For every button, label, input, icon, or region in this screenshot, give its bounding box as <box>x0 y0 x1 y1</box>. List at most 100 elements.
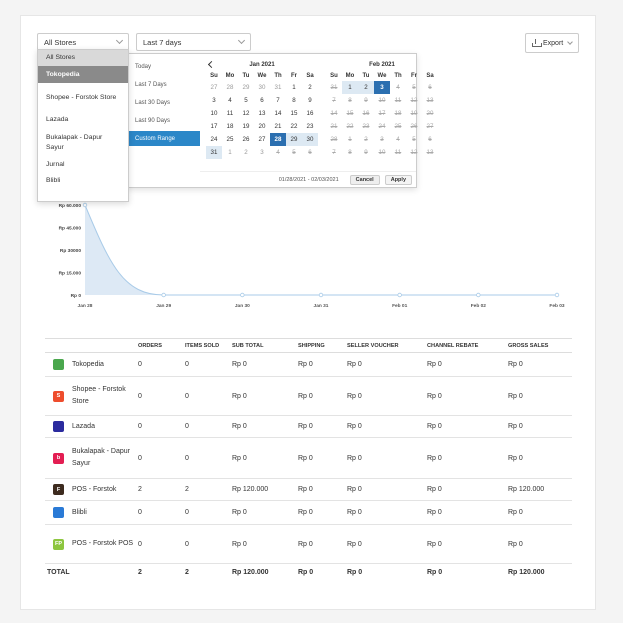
table-header-row: ORDERS ITEMS SOLD SUB TOTAL SHIPPING SELLER … <box>45 338 572 353</box>
calendar-day[interactable]: 26 <box>238 133 254 146</box>
calendar-day[interactable]: 21 <box>270 120 286 133</box>
range-preset-item[interactable]: Custom Range <box>128 131 200 146</box>
calendar-day[interactable]: 31 <box>206 146 222 159</box>
calendar-day[interactable]: 25 <box>222 133 238 146</box>
x-tick-label: Feb 02 <box>471 303 487 309</box>
y-tick-label: Rp 0 <box>71 293 82 299</box>
y-tick-label: Rp 45.000 <box>59 226 82 232</box>
store-option[interactable]: Blibli <box>38 173 128 189</box>
column-header: ITEMS SOLD <box>183 338 230 353</box>
calendar-day[interactable]: 9 <box>302 94 318 107</box>
calendar-day[interactable]: 1 <box>286 81 302 94</box>
calendar-day[interactable]: 17 <box>206 120 222 133</box>
calendar-day[interactable]: 30 <box>302 133 318 146</box>
table-cell: Rp 0 <box>345 352 425 377</box>
store-cell-content: b Bukalapak - Dapur Sayur <box>47 446 136 470</box>
calendar-day[interactable]: 29 <box>286 133 302 146</box>
store-option[interactable]: Tokopedia <box>38 66 128 83</box>
chevron-left-icon[interactable] <box>207 60 216 69</box>
calendar-day[interactable]: 10 <box>206 107 222 120</box>
calendar-day[interactable]: 27 <box>206 81 222 94</box>
calendar-day[interactable]: 18 <box>222 120 238 133</box>
store-name: POS - Forstok <box>72 485 117 493</box>
calendar-day[interactable]: 14 <box>270 107 286 120</box>
calendar-day: 4 <box>396 84 400 91</box>
column-header: GROSS SALES <box>506 338 572 353</box>
table-cell: 0 <box>183 352 230 377</box>
range-preset-item[interactable]: Last 30 Days <box>128 95 200 110</box>
calendar-day[interactable]: 23 <box>302 120 318 133</box>
table-cell: Rp 0 <box>425 376 506 416</box>
calendar-day[interactable]: 22 <box>286 120 302 133</box>
store-option[interactable]: Lazada <box>38 112 128 128</box>
data-point <box>397 292 402 298</box>
calendar-day[interactable]: 4 <box>222 94 238 107</box>
table-cell: Rp 0 <box>425 478 506 501</box>
calendar-day[interactable]: 2 <box>302 81 318 94</box>
store-option[interactable]: Bukalapak - Dapur Sayur <box>38 128 128 157</box>
column-header: SELLER VOUCHER <box>345 338 425 353</box>
table-cell: 0 <box>136 437 183 479</box>
calendar-day: 2 <box>364 136 368 143</box>
table-cell: Rp 0 <box>296 376 345 416</box>
blibli-icon <box>53 507 64 518</box>
data-point <box>318 292 324 298</box>
calendar-day[interactable]: 1 <box>342 81 358 94</box>
calendar-day[interactable]: 3 <box>374 81 390 94</box>
range-preset-item[interactable]: Last 7 Days <box>128 77 200 92</box>
table-cell: Rp 0 <box>506 415 572 438</box>
pos-forstok-pos-icon: FP <box>53 538 64 550</box>
calendar-right-title: Feb 2021 <box>369 62 395 68</box>
column-header: ORDERS <box>136 338 183 353</box>
calendar-day: 23 <box>362 123 370 130</box>
weekday-header: Su <box>210 73 218 79</box>
calendar-day[interactable]: 2 <box>238 146 254 159</box>
store-option-label: Blibli <box>46 177 61 184</box>
calendar-day[interactable]: 12 <box>238 107 254 120</box>
calendar-day[interactable]: 24 <box>206 133 222 146</box>
range-preset-item[interactable]: Last 90 Days <box>128 113 200 128</box>
store-option[interactable]: Shopee - Forstok Store <box>38 83 128 112</box>
export-button[interactable]: Export <box>525 33 580 53</box>
store-cell-content: F POS - Forstok <box>47 484 136 496</box>
store-option[interactable]: All Stores <box>38 50 128 66</box>
series-area <box>85 205 557 295</box>
calendar-day[interactable]: 27 <box>254 133 270 146</box>
calendar-day[interactable]: 29 <box>238 81 254 94</box>
store-name: Blibli <box>72 508 87 516</box>
cancel-button[interactable]: Cancel <box>349 174 380 185</box>
range-preset-item[interactable]: Today <box>128 59 200 74</box>
calendar-day[interactable]: 11 <box>222 107 238 120</box>
calendar-day: 9 <box>364 97 368 104</box>
period-select[interactable]: Last 7 days <box>136 33 251 51</box>
calendar-day[interactable]: 2 <box>358 81 374 94</box>
calendar-day[interactable]: 3 <box>254 146 270 159</box>
calendar-day[interactable]: 13 <box>254 107 270 120</box>
store-cell: b Bukalapak - Dapur Sayur <box>45 437 136 479</box>
calendar-day[interactable]: 31 <box>270 81 286 94</box>
calendar-day[interactable]: 5 <box>238 94 254 107</box>
weekday-header: We <box>257 73 267 79</box>
apply-button[interactable]: Apply <box>384 174 412 185</box>
calendar-day[interactable]: 30 <box>254 81 270 94</box>
calendar-day: 13 <box>426 149 434 156</box>
calendar-left-header: Jan 2021 <box>206 59 318 71</box>
sales-table: ORDERS ITEMS SOLD SUB TOTAL SHIPPING SELLER … <box>45 338 572 582</box>
calendar-day[interactable]: 3 <box>206 94 222 107</box>
calendar-day[interactable]: 28 <box>222 81 238 94</box>
calendar-day[interactable]: 28 <box>270 133 286 146</box>
calendar-day[interactable]: 1 <box>222 146 238 159</box>
table-cell: Rp 0 <box>425 352 506 377</box>
calendar-day[interactable]: 7 <box>270 94 286 107</box>
calendar-day[interactable]: 15 <box>286 107 302 120</box>
calendar-day[interactable]: 6 <box>254 94 270 107</box>
total-cell: 2 <box>183 563 230 582</box>
calendar-day[interactable]: 19 <box>238 120 254 133</box>
table-cell: Rp 0 <box>345 478 425 501</box>
store-option[interactable]: Jurnal <box>38 157 128 173</box>
calendar-day: 3 <box>380 136 384 143</box>
calendar-day: 7 <box>332 97 336 104</box>
calendar-day[interactable]: 16 <box>302 107 318 120</box>
calendar-day[interactable]: 8 <box>286 94 302 107</box>
calendar-day[interactable]: 20 <box>254 120 270 133</box>
